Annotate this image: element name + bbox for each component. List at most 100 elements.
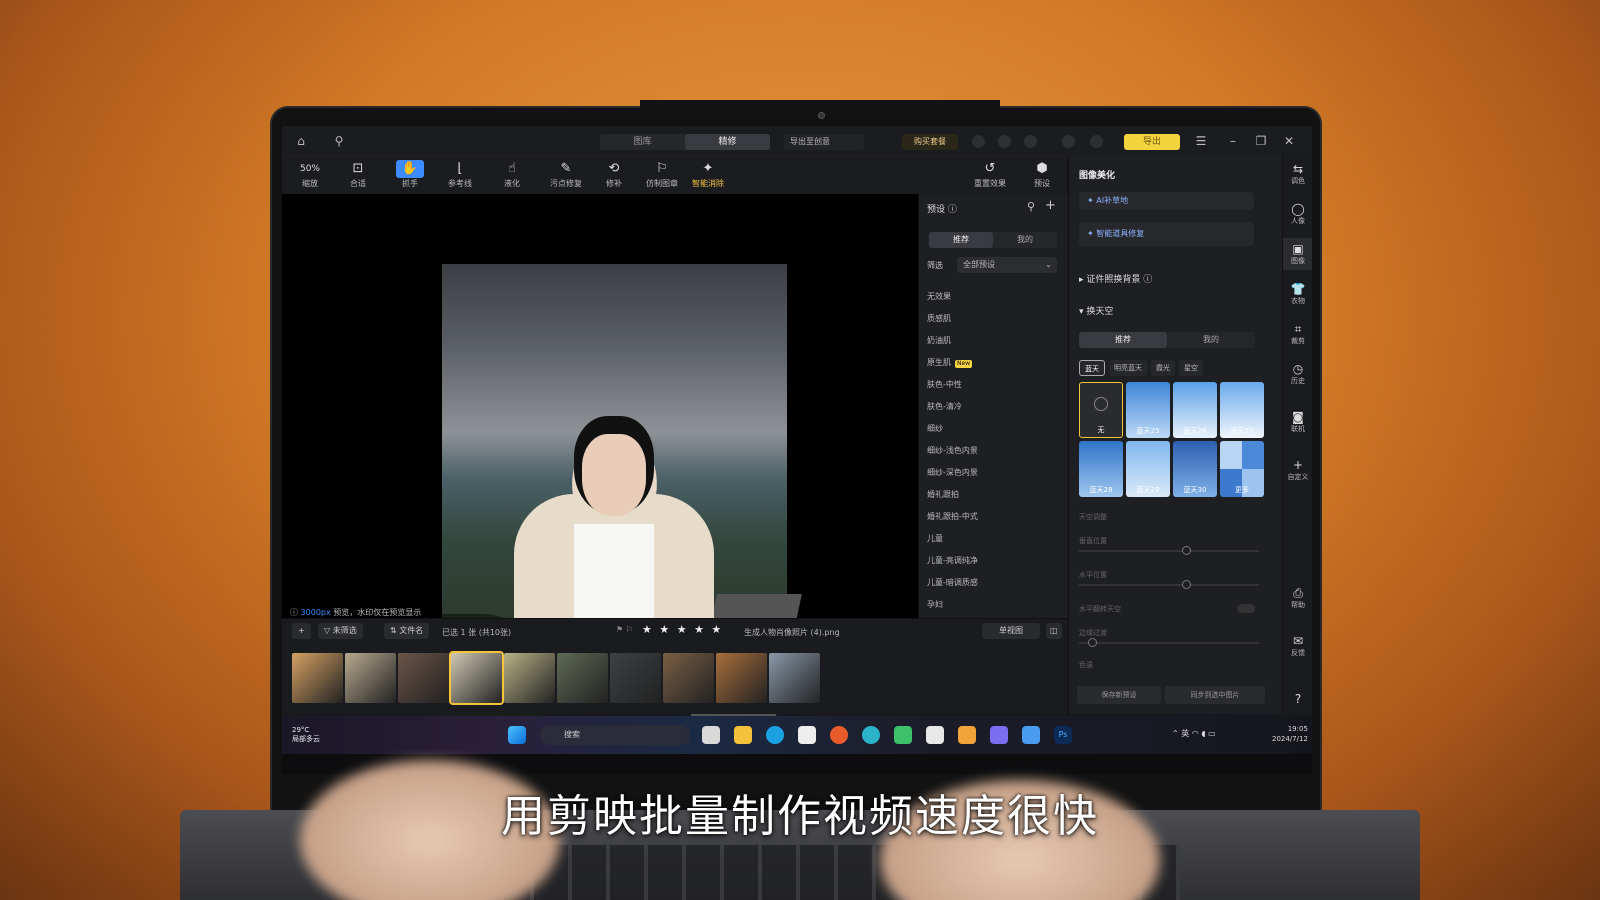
preset-item[interactable]: 细纱-深色内景 bbox=[927, 462, 1057, 484]
thumbnail[interactable] bbox=[716, 653, 767, 703]
sky-option[interactable]: 蓝天30 bbox=[1173, 441, 1217, 497]
patch-tool[interactable]: ⟲ 修补 bbox=[594, 160, 634, 189]
liquify-tool[interactable]: ☝ 液化 bbox=[492, 160, 532, 189]
preset-item[interactable]: 儿童 bbox=[927, 528, 1057, 550]
sky-option[interactable]: 蓝天27 bbox=[1220, 382, 1264, 438]
zoom-tool[interactable]: 50% 缩放 bbox=[290, 160, 330, 189]
tab-retouch[interactable]: 精修 bbox=[685, 134, 770, 150]
preset-item[interactable]: 细纱 bbox=[927, 418, 1057, 440]
image-canvas[interactable]: ⓘ 3000px 预览，水印仅在预览显示 bbox=[282, 194, 918, 734]
preset-item[interactable]: 孕妇 bbox=[927, 594, 1057, 616]
preset-item[interactable]: 肤色-清冷 bbox=[927, 396, 1057, 418]
slider-knob[interactable] bbox=[1181, 580, 1191, 589]
save-preset-button[interactable]: 保存新预设 bbox=[1077, 686, 1161, 704]
fit-tool[interactable]: ⊡ 合适 bbox=[338, 160, 378, 189]
rail-image[interactable]: ▣ 图像 bbox=[1283, 238, 1312, 270]
app-icon[interactable] bbox=[990, 726, 1008, 744]
rail-adjust[interactable]: ⇆ 调色 bbox=[1283, 162, 1312, 186]
filter-button[interactable]: ▽ 未筛选 bbox=[318, 623, 363, 639]
taskbar-search[interactable]: 搜索 bbox=[540, 725, 690, 745]
single-view-button[interactable]: 单视图 bbox=[982, 623, 1040, 639]
sync-to-selected-button[interactable]: 同步到选中图片 bbox=[1165, 686, 1265, 704]
preset-search-icon[interactable]: ⚲ bbox=[1027, 200, 1035, 213]
clock[interactable]: 19:05 2024/7/12 bbox=[1272, 724, 1308, 744]
thumbnail[interactable] bbox=[292, 653, 343, 703]
menu-icon[interactable]: ☰ bbox=[1194, 134, 1208, 148]
spot-heal-tool[interactable]: ✎ 污点修复 bbox=[546, 160, 586, 189]
start-icon[interactable] bbox=[508, 726, 526, 744]
section-id-photo-bg[interactable]: ▸ 证件照换背景 ⓘ bbox=[1079, 272, 1152, 285]
share-icon[interactable] bbox=[1090, 135, 1103, 148]
rail-feedback[interactable]: ✉ 反馈 bbox=[1283, 634, 1312, 658]
app-icon[interactable] bbox=[894, 726, 912, 744]
preset-item[interactable]: 婚礼跟拍 bbox=[927, 484, 1057, 506]
preset-item[interactable]: 婚礼跟拍-中式 bbox=[927, 506, 1057, 528]
headset-icon[interactable] bbox=[972, 135, 985, 148]
thumbnail[interactable] bbox=[663, 653, 714, 703]
rail-crop[interactable]: ⌗ 裁剪 bbox=[1283, 322, 1312, 346]
cloud-icon[interactable] bbox=[1062, 135, 1075, 148]
smart-prop-repair-button[interactable]: ✦ 智能道具修复 bbox=[1079, 222, 1254, 246]
edge-icon[interactable] bbox=[766, 726, 784, 744]
preset-item[interactable]: 质感肌 bbox=[927, 308, 1057, 330]
thumbnail[interactable] bbox=[449, 651, 504, 705]
export-to-create-button[interactable]: 导出至创意 bbox=[784, 134, 864, 150]
app-icon[interactable] bbox=[830, 726, 848, 744]
app-icon[interactable] bbox=[862, 726, 880, 744]
color-temp-slider[interactable]: 色温 bbox=[1079, 660, 1259, 670]
guides-tool[interactable]: ⌊ 参考线 bbox=[440, 160, 480, 189]
preset-item-new[interactable]: 原生肌 New bbox=[927, 352, 1057, 374]
toggle-switch[interactable] bbox=[1237, 604, 1255, 613]
thumbnail[interactable] bbox=[504, 653, 555, 703]
tab-library[interactable]: 图库 bbox=[600, 134, 685, 150]
rail-tether[interactable]: ◙ 联机 bbox=[1283, 410, 1312, 434]
sky-tab-mine[interactable]: 我的 bbox=[1167, 332, 1255, 348]
preset-item[interactable]: 儿童-暗调质感 bbox=[927, 572, 1057, 594]
rail-help[interactable]: ⎙ 帮助 bbox=[1283, 586, 1312, 610]
task-view-icon[interactable] bbox=[702, 726, 720, 744]
notification-icon[interactable] bbox=[1024, 135, 1037, 148]
flag-icon[interactable]: ⚑ ⚐ bbox=[616, 625, 633, 634]
preset-item[interactable]: 肤色-中性 bbox=[927, 374, 1057, 396]
vertical-position-slider[interactable]: 垂直位置 bbox=[1079, 536, 1259, 555]
retouch-app-icon[interactable] bbox=[958, 726, 976, 744]
clone-stamp-tool[interactable]: ⚐ 仿制图章 bbox=[642, 160, 682, 189]
rail-portrait[interactable]: ◯ 人像 bbox=[1283, 202, 1312, 226]
compare-icon[interactable]: ◫ bbox=[1046, 623, 1062, 639]
horizontal-position-slider[interactable]: 水平位置 bbox=[1079, 570, 1259, 589]
thumbnail[interactable] bbox=[769, 653, 820, 703]
restore-icon[interactable]: ❐ bbox=[1254, 134, 1268, 148]
search-icon[interactable]: ⚲ bbox=[332, 134, 346, 148]
preset-item[interactable]: 儿童-亮调纯净 bbox=[927, 550, 1057, 572]
file-explorer-icon[interactable] bbox=[734, 726, 752, 744]
reset-effect-button[interactable]: ↺ 重置效果 bbox=[970, 160, 1010, 189]
filter-select[interactable]: 全部预设 ⌄ bbox=[957, 257, 1057, 273]
presets-tab-recommended[interactable]: 推荐 bbox=[929, 232, 993, 248]
section-replace-sky[interactable]: ▾ 换天空 bbox=[1079, 304, 1113, 317]
buy-plan-button[interactable]: 购买套餐 bbox=[902, 134, 958, 150]
slider-knob[interactable] bbox=[1087, 638, 1097, 647]
rating-stars[interactable]: ★ ★ ★ ★ ★ bbox=[642, 623, 723, 636]
sky-more[interactable]: 更多 bbox=[1220, 441, 1264, 497]
help-icon[interactable]: ? bbox=[1283, 692, 1312, 706]
hand-tool[interactable]: ✋ 抓手 bbox=[390, 160, 430, 189]
close-icon[interactable]: ✕ bbox=[1282, 134, 1296, 148]
chip-blue-sky[interactable]: 蓝天 bbox=[1079, 360, 1105, 376]
chip-bright-blue-sky[interactable]: 明亮蓝天 bbox=[1109, 360, 1147, 376]
rail-history[interactable]: ◷ 历史 bbox=[1283, 362, 1312, 386]
thumbnail[interactable] bbox=[345, 653, 396, 703]
preset-button[interactable]: ⬢ 预设 bbox=[1022, 160, 1062, 189]
sky-option[interactable]: 蓝天29 bbox=[1126, 441, 1170, 497]
preset-item[interactable]: 无效果 bbox=[927, 286, 1057, 308]
photoshop-icon[interactable]: Ps bbox=[1054, 726, 1072, 744]
add-preset-icon[interactable]: + bbox=[1045, 198, 1056, 213]
export-button[interactable]: 导出 bbox=[1124, 134, 1180, 150]
system-tray[interactable]: ⌃ 英 ◠ ◖ ▭ bbox=[1172, 728, 1216, 739]
rail-clothes[interactable]: 👕 衣物 bbox=[1283, 282, 1312, 306]
add-photo-button[interactable]: + bbox=[292, 623, 311, 639]
sky-option[interactable]: 蓝天28 bbox=[1079, 441, 1123, 497]
app-icon[interactable] bbox=[1022, 726, 1040, 744]
user-icon[interactable] bbox=[998, 135, 1011, 148]
smart-erase-tool[interactable]: ✦ 智能消除 bbox=[688, 160, 728, 189]
preset-item[interactable]: 奶油肌 bbox=[927, 330, 1057, 352]
